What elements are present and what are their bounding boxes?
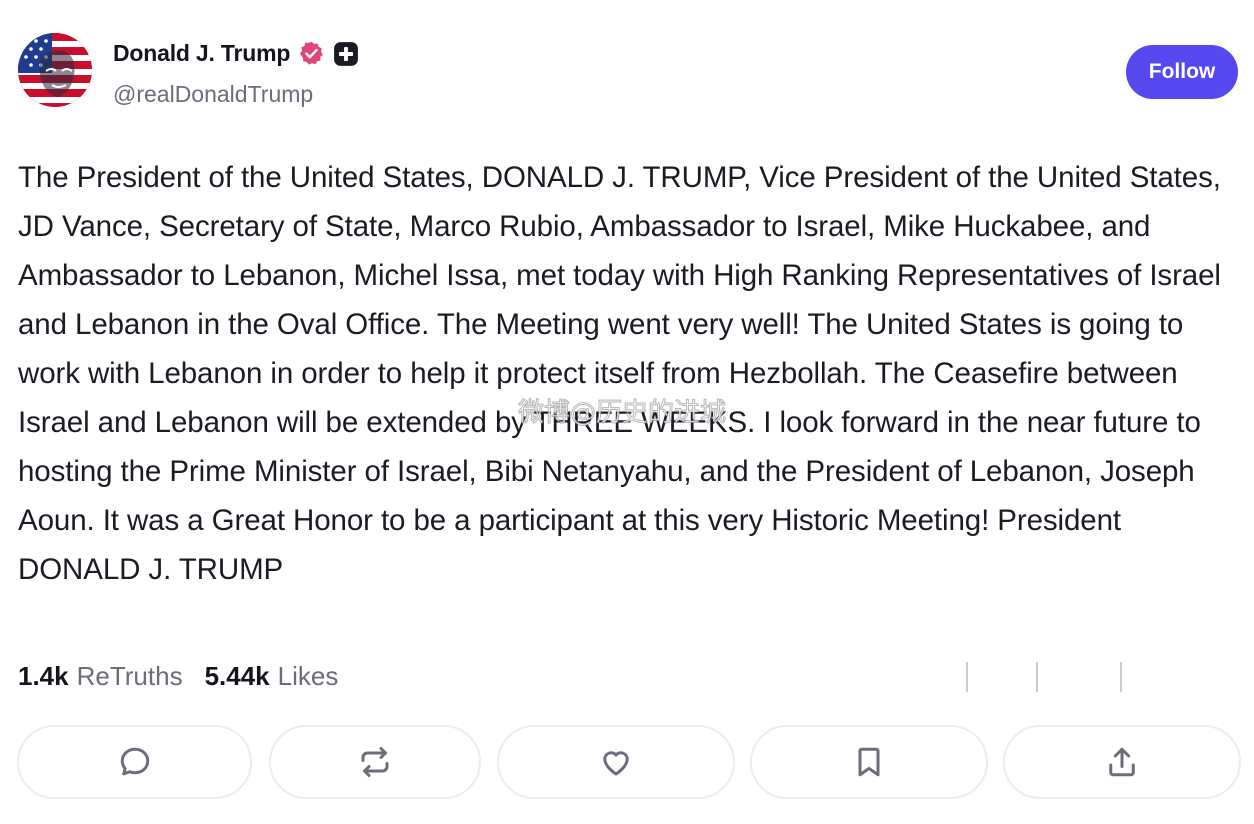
likes-count[interactable]: 5.44k [205,661,270,692]
heart-icon [603,751,629,776]
retruth-button[interactable] [269,725,481,799]
author-handle[interactable]: @realDonaldTrump [113,81,313,108]
reply-button[interactable] [17,725,252,799]
plus-badge-icon [334,41,359,66]
divider-tick [966,662,968,692]
bookmark-icon [858,747,880,777]
share-icon [1109,747,1135,777]
divider-tick [1120,662,1122,692]
author-display-name[interactable]: Donald J. Trump [113,40,290,67]
author-name-row: Donald J. Trump [113,40,359,67]
verified-badge-icon [300,41,324,65]
like-button[interactable] [497,725,735,799]
post-stats: 1.4k ReTruths 5.44k Likes [18,661,360,692]
share-button[interactable] [1003,725,1241,799]
retruths-count[interactable]: 1.4k [18,661,69,692]
divider-tick [1036,662,1038,692]
post-text: The President of the United States, DONA… [18,161,1221,586]
truth-post: Donald J. Trump @realDonaldTrump Follow … [0,0,1254,824]
flag-portrait-avatar [18,33,92,107]
bookmark-button[interactable] [750,725,988,799]
retruths-label[interactable]: ReTruths [77,661,183,692]
avatar[interactable] [18,33,92,107]
likes-label[interactable]: Likes [278,661,339,692]
follow-button[interactable]: Follow [1126,45,1238,99]
repost-icon [361,747,389,777]
comment-icon [120,747,149,776]
